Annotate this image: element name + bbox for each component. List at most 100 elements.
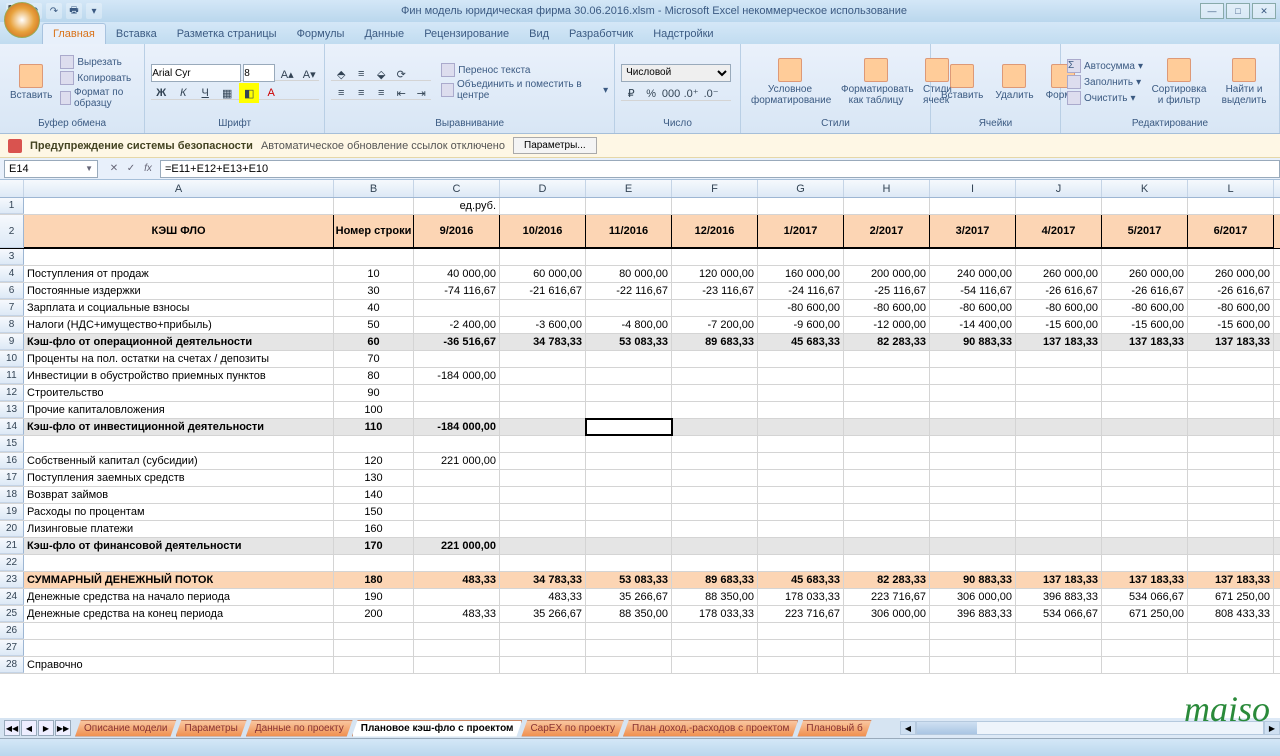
ribbon-tab-5[interactable]: Рецензирование	[414, 24, 519, 44]
cell[interactable]: -15 600,00	[1188, 317, 1274, 333]
fx-icon[interactable]: fx	[140, 161, 156, 177]
cell[interactable]	[334, 198, 414, 214]
find-select-button[interactable]: Найти и выделить	[1215, 56, 1273, 108]
cell[interactable]: 808 433,33	[1188, 606, 1274, 622]
cell[interactable]	[1016, 419, 1102, 435]
cell[interactable]	[1102, 419, 1188, 435]
cell[interactable]: 34 783,33	[500, 334, 586, 350]
cell[interactable]: 110	[334, 419, 414, 435]
cell[interactable]: 80 000,00	[586, 266, 672, 282]
cell[interactable]	[500, 538, 586, 554]
cell[interactable]	[930, 385, 1016, 401]
row-header[interactable]: 17	[0, 470, 24, 486]
cell[interactable]	[500, 249, 586, 265]
cell[interactable]: -14 400,00	[930, 317, 1016, 333]
cell[interactable]: Расходы по процентам	[24, 504, 334, 520]
cell[interactable]	[1016, 504, 1102, 520]
cell[interactable]: Кэш-фло от инвестиционной деятельности	[24, 419, 334, 435]
cell[interactable]: 82 283,33	[844, 572, 930, 588]
cell[interactable]	[672, 198, 758, 214]
cell[interactable]	[758, 385, 844, 401]
cell[interactable]	[414, 657, 500, 673]
cell[interactable]	[1102, 521, 1188, 537]
cell[interactable]: 671 250,00	[1102, 606, 1188, 622]
cell[interactable]	[334, 640, 414, 656]
cell[interactable]	[672, 368, 758, 384]
cell[interactable]: 483,33	[414, 572, 500, 588]
cell[interactable]: 137 183,33	[1016, 572, 1102, 588]
cell[interactable]	[672, 555, 758, 571]
cell[interactable]	[500, 470, 586, 486]
column-header[interactable]: H	[844, 180, 930, 197]
cell[interactable]	[1188, 453, 1274, 469]
cell[interactable]: 137 183,33	[1188, 334, 1274, 350]
cell[interactable]	[414, 504, 500, 520]
cell[interactable]	[500, 198, 586, 214]
cell[interactable]	[1016, 487, 1102, 503]
cell[interactable]: 40 000,00	[414, 266, 500, 282]
cell[interactable]	[930, 623, 1016, 639]
delete-button[interactable]: Удалить	[991, 62, 1037, 103]
cell[interactable]	[1102, 368, 1188, 384]
cell[interactable]	[1016, 368, 1102, 384]
row-header[interactable]: 11	[0, 368, 24, 384]
cell[interactable]	[844, 368, 930, 384]
cell[interactable]	[414, 470, 500, 486]
enter-formula-icon[interactable]: ✓	[123, 161, 139, 177]
cell[interactable]: 240 000,00	[930, 266, 1016, 282]
cell[interactable]: 120	[334, 453, 414, 469]
cell[interactable]	[334, 436, 414, 452]
cell[interactable]	[844, 453, 930, 469]
cell[interactable]: Кэш-фло от операционной деятельности	[24, 334, 334, 350]
cell[interactable]	[500, 521, 586, 537]
cell[interactable]	[672, 640, 758, 656]
row-header[interactable]: 20	[0, 521, 24, 537]
cell[interactable]: 40	[334, 300, 414, 316]
cell[interactable]	[672, 402, 758, 418]
cell[interactable]: 53 083,33	[586, 334, 672, 350]
cell[interactable]	[672, 436, 758, 452]
format-painter-button[interactable]: Формат по образцу	[60, 87, 138, 109]
fill-color-button[interactable]: ◧	[239, 83, 259, 103]
row-header[interactable]: 1	[0, 198, 24, 214]
fill-button[interactable]: Заполнить ▾	[1067, 75, 1143, 89]
cell[interactable]	[24, 623, 334, 639]
row-header[interactable]: 9	[0, 334, 24, 350]
underline-button[interactable]: Ч	[195, 83, 215, 103]
row-header[interactable]: 27	[0, 640, 24, 656]
cell[interactable]: 34 783,33	[500, 572, 586, 588]
indent-decrease-button[interactable]: ⇤	[391, 83, 411, 103]
cell[interactable]: 3/2017	[930, 215, 1016, 248]
cell[interactable]	[1016, 538, 1102, 554]
cell[interactable]	[672, 351, 758, 367]
cell[interactable]: 90	[334, 385, 414, 401]
prev-sheet-button[interactable]: ◀	[21, 720, 37, 736]
ribbon-tab-3[interactable]: Формулы	[287, 24, 355, 44]
cell[interactable]: 178 033,33	[758, 589, 844, 605]
cell[interactable]: 306 000,00	[844, 606, 930, 622]
row-header[interactable]: 7	[0, 300, 24, 316]
cell[interactable]	[500, 640, 586, 656]
cell[interactable]	[414, 436, 500, 452]
cell[interactable]	[672, 385, 758, 401]
cell[interactable]: 534 066,67	[1016, 606, 1102, 622]
cell[interactable]	[414, 385, 500, 401]
bold-button[interactable]: Ж	[151, 83, 171, 103]
ribbon-tab-2[interactable]: Разметка страницы	[167, 24, 287, 44]
cell[interactable]: 137 183,33	[1188, 572, 1274, 588]
cell[interactable]	[1102, 249, 1188, 265]
ribbon-tab-0[interactable]: Главная	[42, 23, 106, 44]
column-header[interactable]: D	[500, 180, 586, 197]
qat-more-icon[interactable]: ▾	[86, 3, 102, 19]
cell[interactable]: -24 116,67	[758, 283, 844, 299]
cell[interactable]	[1016, 555, 1102, 571]
cell[interactable]: 9/2016	[414, 215, 500, 248]
cell[interactable]	[586, 351, 672, 367]
cell[interactable]	[586, 198, 672, 214]
cell[interactable]	[758, 402, 844, 418]
cell[interactable]	[930, 453, 1016, 469]
cell[interactable]: -15 600,00	[1102, 317, 1188, 333]
row-header[interactable]: 25	[0, 606, 24, 622]
percent-button[interactable]: %	[641, 84, 661, 104]
align-center-button[interactable]: ≡	[351, 83, 371, 103]
